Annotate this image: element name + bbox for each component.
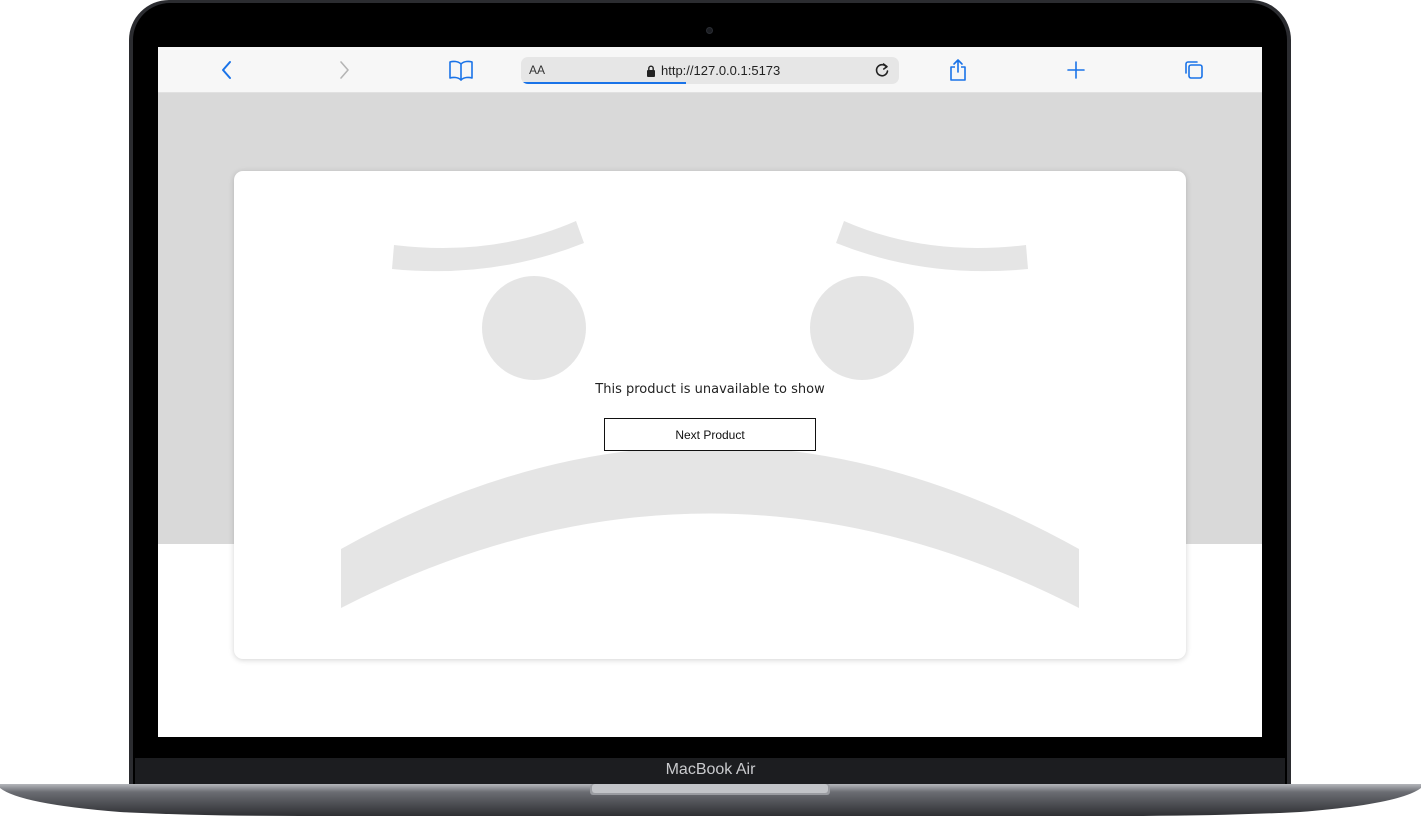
address-bar[interactable]: AA http://127.0.0.1:5173 xyxy=(521,57,899,84)
laptop-base xyxy=(0,784,1421,816)
tabs-icon xyxy=(1185,61,1203,79)
url-text: http://127.0.0.1:5173 xyxy=(661,63,781,78)
sad-face-icon xyxy=(341,221,1079,608)
camera-icon xyxy=(706,27,713,34)
forward-button[interactable] xyxy=(330,56,358,84)
model-label: MacBook Air xyxy=(665,761,756,778)
reload-icon[interactable] xyxy=(873,61,891,79)
share-button[interactable] xyxy=(944,56,972,84)
bookmarks-button[interactable] xyxy=(447,56,475,84)
url-display[interactable]: http://127.0.0.1:5173 xyxy=(646,63,780,78)
plus-icon xyxy=(1067,61,1085,79)
lock-icon xyxy=(647,65,655,77)
product-card: This product is unavailable to show Next… xyxy=(234,171,1186,659)
reader-mode-button[interactable]: AA xyxy=(529,63,545,77)
back-button[interactable] xyxy=(213,56,241,84)
tabs-overview-button[interactable] xyxy=(1180,56,1208,84)
share-icon xyxy=(950,59,966,81)
page-load-progress xyxy=(523,82,686,84)
chevron-right-icon xyxy=(340,61,349,79)
browser-toolbar: AA http://127.0.0.1:5173 xyxy=(158,47,1262,93)
new-tab-button[interactable] xyxy=(1062,56,1090,84)
unavailable-message: This product is unavailable to show xyxy=(595,382,825,397)
book-icon xyxy=(449,60,473,81)
laptop-mockup: AA http://127.0.0.1:5173 This product is… xyxy=(0,0,1421,816)
chevron-left-icon xyxy=(222,61,231,79)
next-product-button[interactable]: Next Product xyxy=(604,418,816,451)
browser-screen: AA http://127.0.0.1:5173 This product is… xyxy=(158,47,1262,737)
